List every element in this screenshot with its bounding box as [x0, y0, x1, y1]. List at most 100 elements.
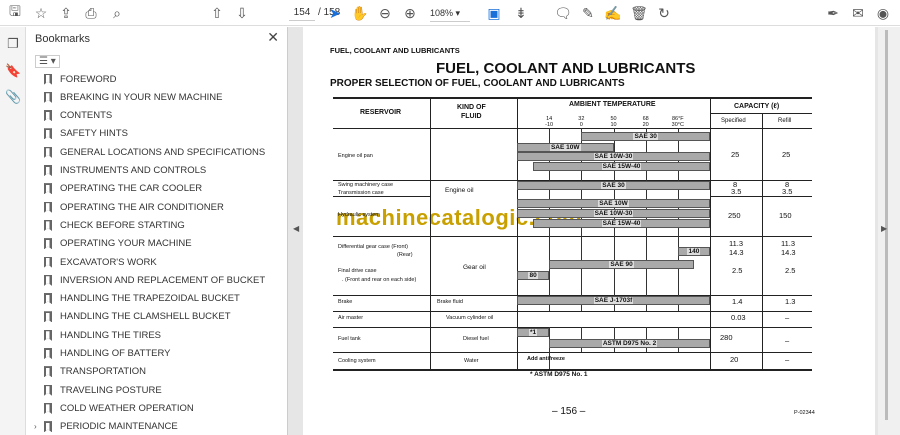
page-number-input[interactable]: 154: [289, 5, 315, 21]
account-icon[interactable]: ◉: [874, 4, 892, 22]
bookmark-label: OPERATING YOUR MACHINE: [60, 238, 192, 250]
header-reservoir: RESERVOIR: [360, 109, 402, 116]
attachment-icon[interactable]: 📎: [5, 89, 21, 105]
email-icon[interactable]: ✉: [849, 4, 867, 22]
search-icon[interactable]: ⌕: [108, 4, 126, 22]
cooling-note: Add antifreeze: [527, 356, 565, 362]
collapse-right-icon[interactable]: ▶: [881, 224, 887, 233]
bookmark-item[interactable]: HANDLING THE TIRES: [44, 326, 161, 344]
zoom-out-icon[interactable]: ⊖: [376, 4, 394, 22]
lubricant-bar: SAE 10W-30: [517, 209, 710, 218]
bar-label: SAE 15W-40: [601, 163, 642, 170]
save-icon[interactable]: 🖫: [6, 3, 24, 22]
bar-label: SAE 30: [601, 182, 626, 189]
lubricant-bar: SAE 10W: [517, 199, 710, 208]
capacity-value: 25: [782, 150, 791, 159]
table-rule: [333, 236, 812, 237]
expand-chevron-icon[interactable]: ›: [34, 422, 37, 431]
bar-label: SAE 10W: [598, 200, 629, 207]
bookmark-item[interactable]: GENERAL LOCATIONS AND SPECIFICATIONS: [44, 143, 265, 161]
left-rail: ❐ 🔖 📎: [0, 27, 26, 435]
bookmark-item[interactable]: EXCAVATOR'S WORK: [44, 253, 157, 271]
collapse-left-icon[interactable]: ◀: [293, 224, 299, 233]
bookmarks-icon[interactable]: 🔖: [5, 63, 21, 79]
bookmark-icon: [44, 348, 52, 359]
select-cursor-icon[interactable]: ➤: [326, 4, 344, 22]
bookmark-item[interactable]: TRANSPORTATION: [44, 363, 146, 381]
bookmark-item[interactable]: INSTRUMENTS AND CONTROLS: [44, 162, 206, 180]
page-subtitle: PROPER SELECTION OF FUEL, COOLANT AND LU…: [330, 78, 625, 89]
bar-label: *1: [529, 329, 538, 336]
bookmark-item[interactable]: OPERATING THE AIR CONDITIONER: [44, 198, 224, 216]
pen-icon[interactable]: ✎: [579, 4, 597, 22]
lubricant-bar: ASTM D975 No. 2: [549, 339, 710, 348]
bar-label: SAE 10W-30: [593, 210, 634, 217]
table-column-rule: [762, 113, 763, 369]
bookmark-item[interactable]: TRAVELING POSTURE: [44, 381, 162, 399]
cloud-upload-icon[interactable]: ⇪: [57, 4, 75, 22]
bookmark-label: HANDLING THE TRAPEZOIDAL BUCKET: [60, 293, 240, 305]
bookmark-label: EXCAVATOR'S WORK: [60, 256, 157, 268]
bookmark-icon: [44, 128, 52, 140]
bar-label: SAE 15W-40: [601, 220, 642, 227]
table-rule: [333, 97, 812, 99]
rotate-icon[interactable]: ↻: [655, 4, 673, 22]
scroll-mode-icon[interactable]: ⇟: [512, 4, 530, 22]
reservoir-label: Final drive case: [338, 268, 377, 274]
bookmark-item[interactable]: BREAKING IN YOUR NEW MACHINE: [44, 88, 222, 106]
sign-icon[interactable]: ✍: [604, 4, 622, 22]
table-rule: [710, 113, 812, 114]
capacity-value: 250: [728, 211, 741, 220]
bookmark-icon: [44, 183, 52, 195]
next-page-icon[interactable]: ⇩: [233, 4, 251, 22]
temp-tick-c: 0: [579, 122, 583, 128]
bookmark-label: TRANSPORTATION: [60, 366, 147, 378]
lubricant-bar: SAE 90: [549, 260, 694, 269]
bookmark-label: CONTENTS: [60, 110, 113, 122]
zoom-select[interactable]: 108% ▾: [430, 5, 470, 22]
page-fit-icon[interactable]: ▣: [485, 4, 503, 22]
bookmark-label: INVERSION AND REPLACEMENT OF BUCKET: [60, 274, 266, 286]
zoom-in-icon[interactable]: ⊕: [401, 4, 419, 22]
pages-icon[interactable]: ❐: [5, 36, 21, 52]
table-rule: [333, 311, 812, 312]
page-title: FUEL, COOLANT AND LUBRICANTS: [436, 60, 696, 77]
bookmark-item[interactable]: HANDLING THE CLAMSHELL BUCKET: [44, 308, 231, 326]
header-refill: Refill: [778, 118, 792, 124]
bookmark-options-button[interactable]: ☰ ▾: [35, 55, 60, 68]
bar-label: 140: [687, 248, 701, 255]
reservoir-label: Transmission case: [338, 190, 384, 196]
toolbar: 🖫 ☆ ⇪ ⎙ ⌕ ⇧ ⇩ 154 / 158 ➤ ✋ ⊖ ⊕ 108% ▾ ▣…: [0, 0, 900, 26]
temp-tick-c: 20: [642, 122, 649, 128]
hand-tool-icon[interactable]: ✋: [351, 4, 369, 22]
print-icon[interactable]: ⎙: [82, 4, 100, 22]
bookmark-star-icon[interactable]: ☆: [32, 4, 50, 22]
bookmark-item[interactable]: CONTENTS: [44, 107, 112, 125]
bookmark-item[interactable]: HANDLING THE TRAPEZOIDAL BUCKET: [44, 290, 240, 308]
bookmark-item[interactable]: FOREWORD: [44, 71, 116, 88]
close-icon[interactable]: ✕: [267, 29, 279, 46]
bookmark-icon: [44, 384, 52, 396]
comment-icon[interactable]: 🗨: [554, 4, 572, 22]
trash-icon[interactable]: 🗑: [630, 4, 648, 22]
capacity-value: 25: [731, 150, 740, 159]
bookmark-item[interactable]: CHECK BEFORE STARTING: [44, 216, 185, 234]
capacity-value: 150: [779, 211, 792, 220]
bookmark-item[interactable]: HANDLING OF BATTERY: [44, 345, 171, 363]
bookmark-label: OPERATING THE CAR COOLER: [60, 183, 203, 195]
bookmark-icon: [44, 421, 52, 433]
lubricant-bar: SAE 30: [581, 132, 710, 141]
lubricant-bar: *1: [517, 328, 550, 337]
fill-sign-icon[interactable]: ✒: [824, 4, 842, 22]
bookmark-item[interactable]: OPERATING THE CAR COOLER: [44, 180, 202, 198]
bookmark-item[interactable]: INVERSION AND REPLACEMENT OF BUCKET: [44, 271, 265, 289]
bookmark-item[interactable]: PERIODIC MAINTENANCE: [44, 418, 178, 435]
bookmark-item[interactable]: COLD WEATHER OPERATION: [44, 399, 194, 417]
previous-page-icon[interactable]: ⇧: [208, 4, 226, 22]
reservoir-label: Air master: [338, 315, 364, 321]
capacity-value: –: [785, 355, 790, 364]
page-number: – 156 –: [552, 406, 586, 417]
bookmark-item[interactable]: SAFETY HINTS: [44, 125, 128, 143]
bookmark-label: HANDLING OF BATTERY: [60, 348, 171, 359]
bookmark-item[interactable]: OPERATING YOUR MACHINE: [44, 235, 192, 253]
